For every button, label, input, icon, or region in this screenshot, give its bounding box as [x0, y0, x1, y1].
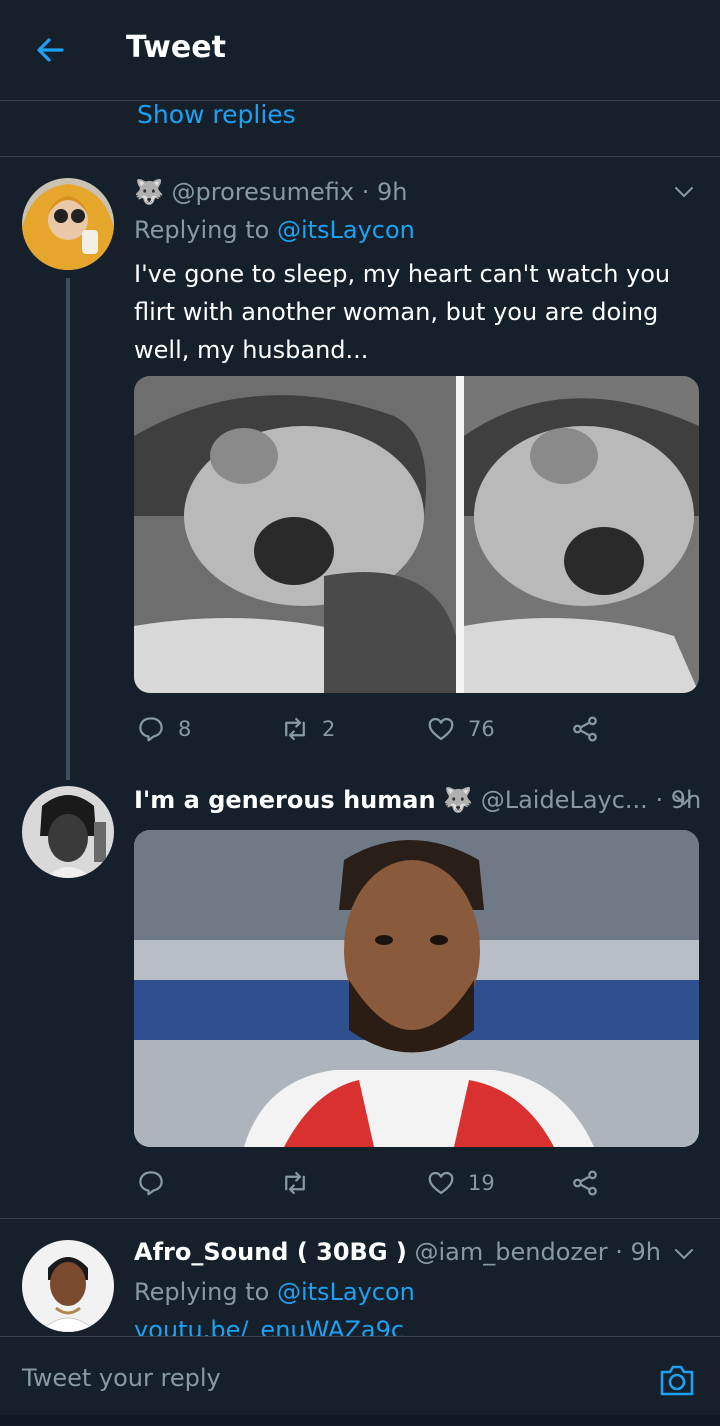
- retweet-count: 2: [322, 717, 336, 741]
- separator: ·: [647, 786, 671, 814]
- avatar[interactable]: [22, 786, 114, 878]
- emoji-fox: 🐺: [443, 786, 474, 814]
- reply-count: 8: [178, 717, 192, 741]
- camera-icon[interactable]: [658, 1362, 696, 1398]
- share-button[interactable]: [570, 1168, 612, 1198]
- tweet-handle[interactable]: @proresumefix: [172, 178, 355, 206]
- tweet-time: 9h: [376, 178, 408, 206]
- thread-line: [66, 278, 70, 780]
- heart-icon: [428, 717, 454, 741]
- emoji-fox: 🐺: [134, 178, 164, 206]
- tweet-handle[interactable]: @iam_bendozer: [415, 1238, 608, 1266]
- mention-link[interactable]: @itsLaycon: [277, 1278, 415, 1306]
- tweet-image[interactable]: [134, 376, 699, 693]
- display-name[interactable]: I'm a generous human: [134, 786, 436, 814]
- reply-icon: [139, 1171, 163, 1196]
- retweet-icon: [285, 1171, 305, 1195]
- reply-button[interactable]: [136, 1168, 178, 1198]
- tweet-meta: Afro_Sound ( 30BG ) @iam_bendozer · 9h: [134, 1238, 661, 1266]
- avatar[interactable]: [22, 178, 114, 270]
- tweet-text: I've gone to sleep, my heart can't watch…: [134, 260, 671, 364]
- reply-input[interactable]: Tweet your reply: [22, 1364, 221, 1392]
- separator: ·: [607, 1238, 631, 1266]
- retweet-icon: [285, 717, 305, 741]
- page-title: Tweet: [126, 30, 226, 65]
- show-replies-link[interactable]: Show replies: [137, 100, 296, 129]
- avatar[interactable]: [22, 1240, 114, 1332]
- replying-to: Replying to @itsLaycon: [134, 1278, 415, 1306]
- tweet-meta: 🐺 @proresumefix · 9h: [134, 178, 407, 206]
- like-count: 76: [468, 717, 495, 741]
- tweet-handle[interactable]: @LaideLayc...: [481, 786, 648, 814]
- replying-to: Replying to @itsLaycon: [134, 216, 415, 244]
- replying-label: Replying to: [134, 216, 277, 244]
- like-button[interactable]: 76: [426, 714, 495, 744]
- share-button[interactable]: [570, 714, 612, 744]
- like-button[interactable]: 19: [426, 1168, 495, 1198]
- show-replies-row[interactable]: [0, 100, 720, 224]
- display-name[interactable]: Afro_Sound ( 30BG ): [134, 1238, 407, 1266]
- mention-link[interactable]: @itsLaycon: [277, 216, 415, 244]
- chevron-down-icon[interactable]: [672, 180, 696, 204]
- retweet-button[interactable]: 2: [280, 714, 335, 744]
- divider: [0, 1218, 720, 1219]
- chevron-down-icon[interactable]: [672, 788, 696, 812]
- tweet-meta: I'm a generous human 🐺 @LaideLayc... · 9…: [134, 786, 701, 814]
- share-icon: [573, 1170, 597, 1196]
- retweet-button[interactable]: [280, 1168, 322, 1198]
- like-count: 19: [468, 1171, 495, 1195]
- top-bar: Tweet: [0, 0, 720, 101]
- reply-button[interactable]: 8: [136, 714, 191, 744]
- back-arrow-icon[interactable]: [32, 32, 68, 68]
- tweet-link-partial[interactable]: youtu.be/_enuWAZa9c: [134, 1316, 404, 1336]
- replying-label: Replying to: [134, 1278, 277, 1306]
- reply-icon: [139, 717, 163, 742]
- chevron-down-icon[interactable]: [672, 1242, 696, 1266]
- tweet-image[interactable]: [134, 830, 699, 1147]
- tweet-time: 9h: [630, 1238, 661, 1266]
- share-icon: [573, 716, 597, 742]
- separator: ·: [354, 178, 377, 206]
- heart-icon: [428, 1171, 454, 1195]
- system-bar: [0, 1415, 720, 1425]
